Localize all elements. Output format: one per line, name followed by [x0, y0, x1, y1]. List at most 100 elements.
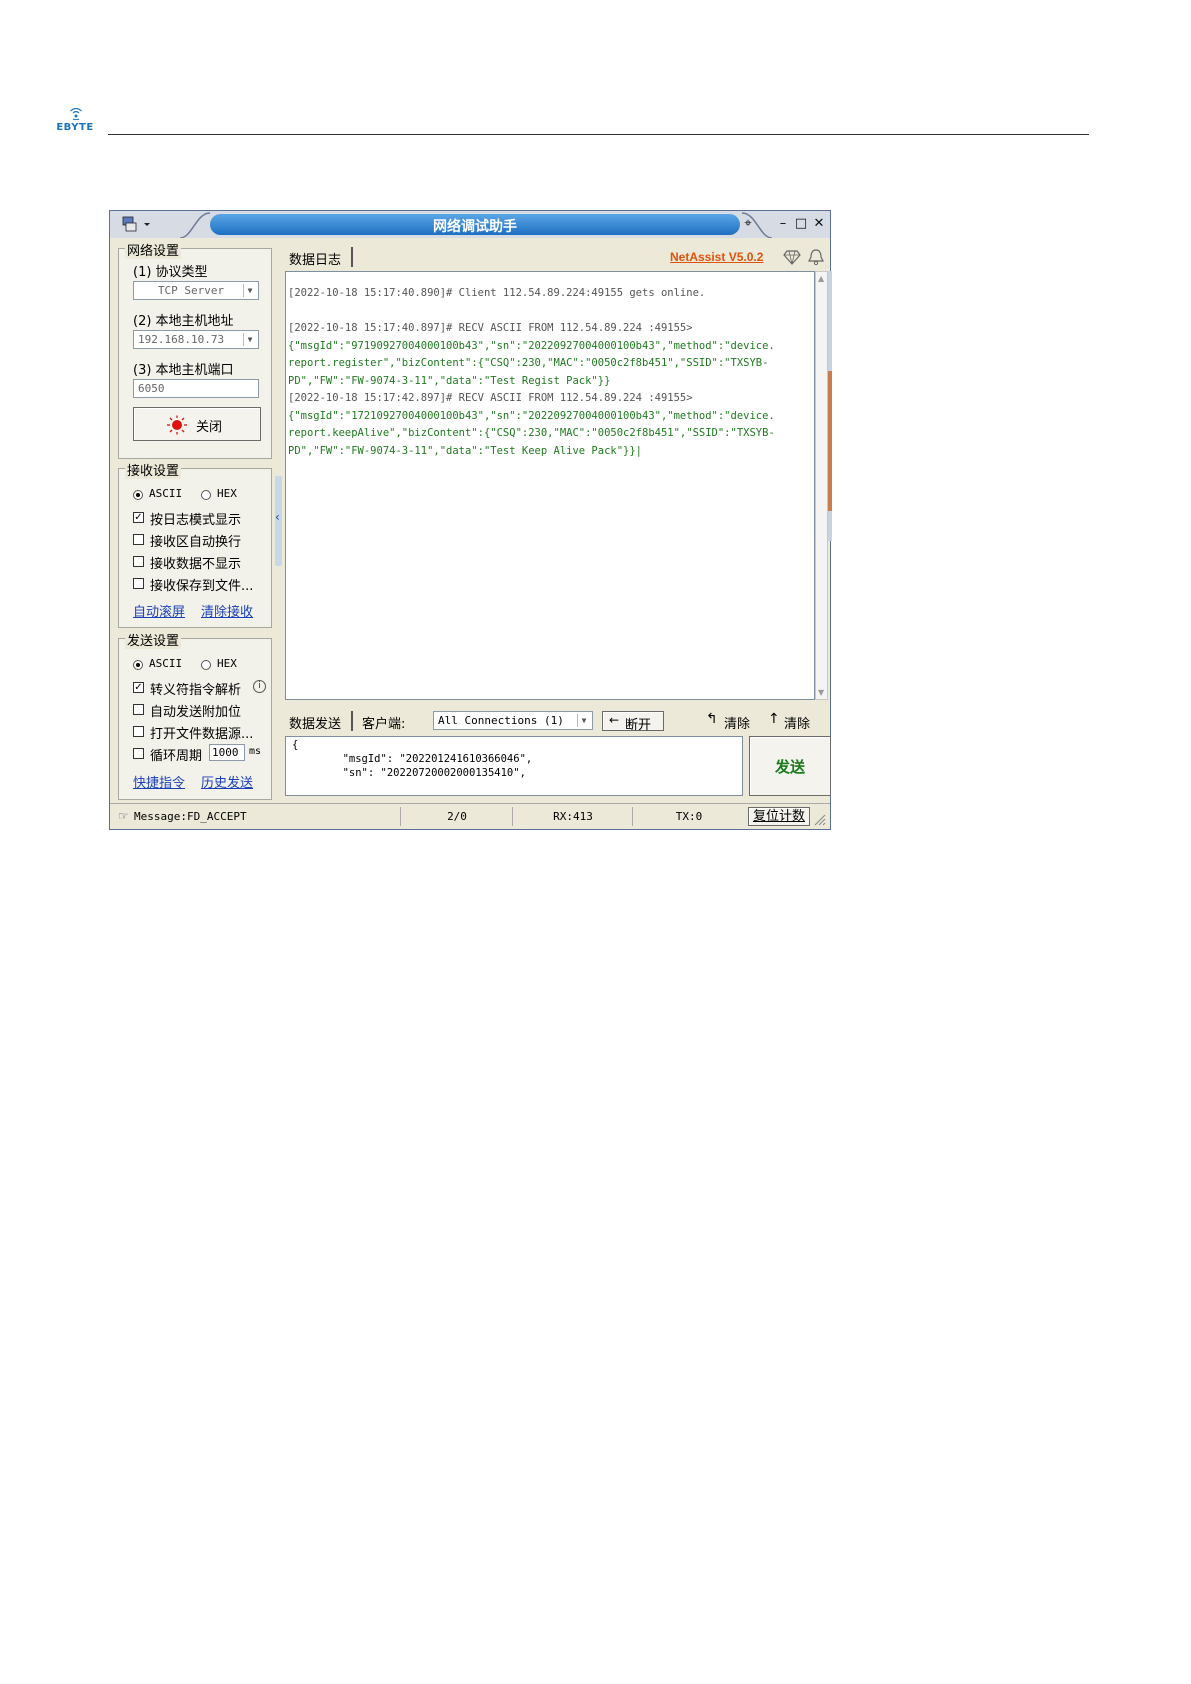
send-button[interactable]: 发送 — [749, 736, 831, 796]
disconnect-button[interactable]: ← 断开 — [602, 711, 664, 733]
pin-icon[interactable]: ⌖ — [740, 216, 756, 232]
close-icon[interactable]: ✕ — [811, 216, 827, 232]
receive-ascii-label: ASCII — [149, 487, 183, 500]
panel-collapse-handle[interactable]: ‹ — [275, 476, 282, 566]
client-select[interactable]: All Connections (1) ▼ — [433, 711, 593, 730]
header-divider — [108, 134, 1089, 135]
up-arrow-icon: ↑ — [768, 711, 780, 727]
host-address-select[interactable]: 192.168.10.73 ▼ — [133, 330, 259, 349]
shortcut-commands-link[interactable]: 快捷指令 — [133, 772, 185, 791]
arrow-left-icon: ← — [609, 713, 620, 727]
escape-parse-checkbox[interactable]: ✓ — [133, 682, 144, 693]
info-icon[interactable]: i — [253, 680, 266, 693]
log-line: [2022-10-18 15:17:40.897]# RECV ASCII FR… — [288, 322, 693, 334]
disconnect-label: 断开 — [625, 718, 652, 733]
red-led-icon — [167, 415, 187, 435]
log-line: PD","FW":"FW-9074-3-11","data":"Test Reg… — [288, 374, 611, 387]
save-to-file-checkbox[interactable] — [133, 578, 144, 589]
tab-separator — [351, 711, 353, 731]
log-line: [2022-10-18 15:17:42.897]# RECV ASCII FR… — [288, 392, 693, 404]
auto-append-checkbox[interactable] — [133, 704, 144, 715]
cycle-period-input[interactable]: 1000 — [209, 744, 245, 761]
scroll-up-icon[interactable]: ▲ — [818, 274, 824, 283]
bell-icon[interactable] — [807, 248, 825, 266]
hide-data-label: 接收数据不显示 — [150, 557, 242, 572]
auto-wrap-checkbox[interactable] — [133, 534, 144, 545]
status-message: Message:FD_ACCEPT — [134, 810, 247, 823]
log-line: report.register","bizContent":{"CSQ":230… — [288, 357, 769, 369]
host-port-input[interactable]: 6050 — [133, 379, 259, 398]
clear-send-label: 清除 — [724, 717, 751, 732]
receive-ascii-radio[interactable] — [133, 490, 143, 500]
loop-cycle-label: 循环周期 — [150, 749, 203, 764]
maximize-icon[interactable]: □ — [793, 216, 809, 232]
protocol-label: (1) 协议类型 — [133, 265, 208, 280]
send-text-line: { — [292, 739, 299, 751]
loop-cycle-checkbox[interactable] — [133, 748, 144, 759]
side-rail-accent — [828, 371, 832, 511]
diamond-icon[interactable] — [783, 249, 801, 265]
chevron-down-icon: ▼ — [243, 333, 256, 346]
protocol-select[interactable]: TCP Server ▼ — [133, 281, 259, 300]
network-settings-label: 网络设置 — [125, 240, 182, 259]
network-settings-group: 网络设置 (1) 协议类型 TCP Server ▼ (2) 本地主机地址 19… — [118, 240, 272, 459]
receive-hex-label: HEX — [217, 487, 237, 500]
auto-append-label: 自动发送附加位 — [150, 705, 242, 720]
minimize-icon[interactable]: – — [775, 216, 791, 232]
file-source-label: 打开文件数据源... — [150, 727, 254, 742]
send-lines: { "msgId": "202201241610366046", "sn": "… — [292, 738, 532, 780]
chevron-down-icon: ▼ — [577, 714, 590, 727]
hide-data-checkbox[interactable] — [133, 556, 144, 567]
app-version-link[interactable]: NetAssist V5.0.2 — [670, 250, 763, 264]
clear-receive-link[interactable]: 清除接收 — [201, 601, 253, 620]
resize-grip-icon[interactable] — [814, 814, 826, 826]
receive-hex-radio[interactable] — [201, 490, 211, 500]
title-pill: 网络调试助手 — [210, 214, 740, 235]
cycle-unit-label: ms — [249, 746, 262, 757]
host-address-label: (2) 本地主机地址 — [133, 314, 234, 329]
log-line: PD","FW":"FW-9074-3-11","data":"Test Kee… — [288, 444, 643, 457]
send-ascii-label: ASCII — [149, 657, 183, 670]
status-count: 2/0 — [400, 807, 513, 826]
receive-settings-group: 接收设置 ASCII HEX ✓ 按日志模式显示 接收区自动换行 接收数据不显示… — [118, 460, 272, 628]
send-text-line: "msgId": "202201241610366046", — [292, 753, 533, 765]
send-text-area[interactable]: { "msgId": "202201241610366046", "sn": "… — [285, 736, 743, 796]
scroll-down-icon[interactable]: ▼ — [818, 688, 824, 697]
receive-log-area[interactable]: [2022-10-18 15:17:40.890]# Client 112.54… — [285, 271, 815, 700]
wireless-waves-icon — [70, 108, 82, 120]
log-line: {"msgId":"97190927004000100b43","sn":"20… — [288, 339, 775, 352]
save-to-file-label: 接收保存到文件... — [150, 579, 254, 594]
send-ascii-radio[interactable] — [133, 660, 143, 670]
reset-count-button[interactable]: 复位计数 — [748, 807, 810, 826]
log-line: {"msgId":"17210927004000100b43","sn":"20… — [288, 409, 775, 422]
tab-separator — [351, 247, 353, 267]
tab-data-log[interactable]: 数据日志 — [289, 249, 341, 268]
send-settings-group: 发送设置 ASCII HEX ✓ 转义符指令解析 i 自动发送附加位 打开文件数… — [118, 630, 272, 800]
close-connection-button[interactable]: 关闭 — [133, 407, 261, 441]
tab-data-send[interactable]: 数据发送 — [289, 713, 341, 732]
auto-scroll-link[interactable]: 自动滚屏 — [133, 601, 185, 620]
title-bar[interactable]: 网络调试助手 ⌖ – □ ✕ — [110, 211, 830, 238]
log-scrollbar[interactable]: ▲ ▼ — [815, 271, 828, 700]
undo-arrow-icon: ↰ — [706, 711, 718, 727]
send-hex-radio[interactable] — [201, 660, 211, 670]
log-mode-checkbox[interactable]: ✓ — [133, 512, 144, 523]
system-menu-icon[interactable] — [120, 215, 156, 233]
send-hex-label: HEX — [217, 657, 237, 670]
clear-send-button[interactable]: ↰ 清除 — [706, 711, 758, 732]
auto-wrap-label: 接收区自动换行 — [150, 535, 242, 550]
log-line: report.keepAlive","bizContent":{"CSQ":23… — [288, 427, 775, 439]
log-lines: [2022-10-18 15:17:40.890]# Client 112.54… — [288, 285, 775, 460]
status-rx: RX:413 — [512, 807, 633, 826]
file-source-checkbox[interactable] — [133, 726, 144, 737]
host-port-label: (3) 本地主机端口 — [133, 363, 234, 378]
chevron-down-icon: ▼ — [243, 284, 256, 297]
netassist-window: 网络调试助手 ⌖ – □ ✕ 网络设置 (1) 协议类型 TCP Server … — [109, 210, 832, 830]
protocol-value: TCP Server — [157, 284, 225, 297]
brand-name: EBYTE — [56, 122, 94, 133]
clear-all-button[interactable]: ↑ 清除 — [768, 711, 820, 732]
send-settings-label: 发送设置 — [125, 630, 182, 649]
send-history-link[interactable]: 历史发送 — [201, 772, 253, 791]
receive-settings-label: 接收设置 — [125, 460, 182, 479]
